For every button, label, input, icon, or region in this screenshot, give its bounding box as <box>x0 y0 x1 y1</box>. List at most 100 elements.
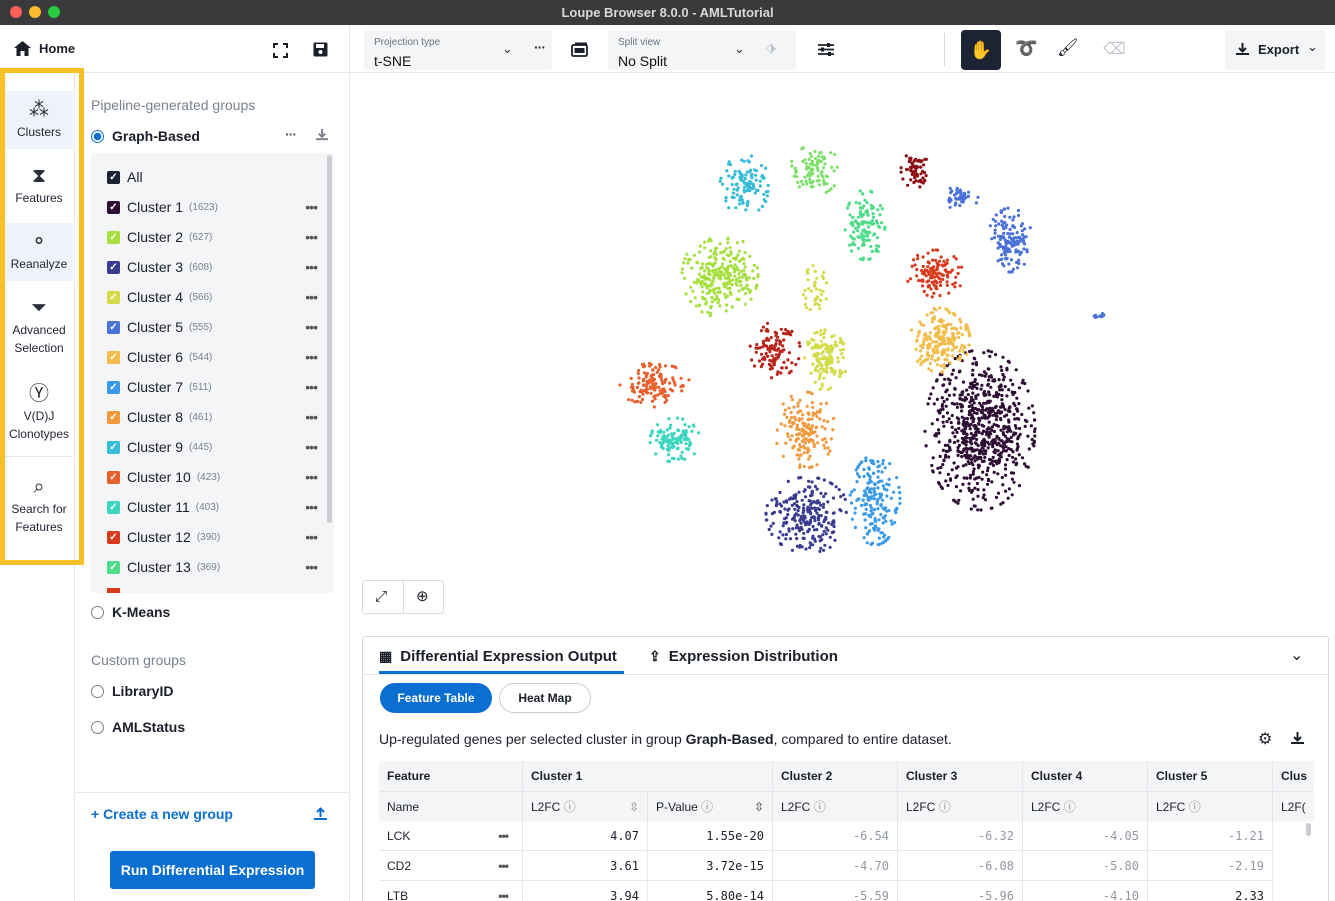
download-icon[interactable] <box>1290 731 1305 746</box>
projection-type-dropdown[interactable]: Projection type t-SNE ⌄ ··· <box>364 30 552 70</box>
cluster-row[interactable]: ✓ Cluster 5 (555) ••• <box>107 317 318 337</box>
table-row-feature[interactable]: CD2 ••• <box>379 851 523 881</box>
cluster-row[interactable]: ✓ Cluster 11 (403) ••• <box>107 497 318 517</box>
home-button[interactable]: Home <box>14 41 75 56</box>
tag-icon[interactable]: ⬗ <box>766 40 776 56</box>
rail-item-5[interactable]: ⌕ Search for Features <box>5 468 73 548</box>
tsne-plot[interactable] <box>350 73 1335 628</box>
amlstatus-radio[interactable]: AMLStatus <box>91 719 185 735</box>
cluster-row[interactable]: ✓ Cluster 10 (423) ••• <box>107 467 318 487</box>
export-button[interactable]: Export ⌄ <box>1225 30 1325 70</box>
zoom-window-button[interactable] <box>48 6 60 18</box>
brush-icon[interactable]: 🖌 <box>1057 38 1079 58</box>
cell-point <box>824 401 829 405</box>
save-icon[interactable] <box>313 42 328 57</box>
more-options-icon[interactable]: ••• <box>305 319 318 335</box>
more-options-icon[interactable]: ••• <box>498 881 509 901</box>
cluster-row[interactable]: ✓ Cluster 12 (390) ••• <box>107 527 318 547</box>
cluster-row[interactable]: ✓ Cluster 13 (369) ••• <box>107 557 318 577</box>
more-options-icon[interactable]: ••• <box>305 289 318 305</box>
col-pvalue-sort[interactable]: P-Value ⓘ ⇳ <box>648 791 773 821</box>
tab-expression-distribution[interactable]: ⇪ Expression Distribution <box>649 648 838 665</box>
gear-icon[interactable]: ⚙ <box>1258 729 1272 749</box>
more-options-icon[interactable]: ••• <box>305 379 318 395</box>
cell-point <box>747 189 752 193</box>
libraryid-radio[interactable]: LibraryID <box>91 683 173 699</box>
more-options-icon[interactable]: ••• <box>305 439 318 455</box>
cell-point <box>1012 480 1016 484</box>
more-options-icon[interactable]: ••• <box>498 851 509 881</box>
close-window-button[interactable] <box>10 6 22 18</box>
rail-item-3[interactable]: ⏷ Advanced Selection <box>5 289 73 367</box>
select-all-checkbox[interactable]: ✓ All <box>107 167 317 187</box>
sliders-icon[interactable] <box>818 42 834 57</box>
more-options-icon[interactable]: ••• <box>305 529 318 545</box>
rail-item-1[interactable]: ⧗ Features <box>5 157 73 215</box>
run-differential-expression-button[interactable]: Run Differential Expression <box>110 851 315 889</box>
rail-item-2[interactable]: ⚬ Reanalyze <box>5 223 73 281</box>
cell-point <box>876 486 880 490</box>
cluster-row[interactable]: ✓ Cluster 2 (627) ••• <box>107 227 318 247</box>
fit-to-view-icon[interactable]: ⤢ <box>375 588 387 605</box>
collapse-panel-icon[interactable]: ⌄ <box>1290 645 1303 665</box>
cluster-row[interactable]: ✓ Cluster 9 (445) ••• <box>107 437 318 457</box>
cell-point <box>919 172 923 176</box>
more-options-icon[interactable]: ••• <box>305 499 318 515</box>
kmeans-radio[interactable]: K-Means <box>91 604 170 620</box>
cell-point <box>779 542 783 546</box>
table-row-feature[interactable]: LCK ••• <box>379 821 523 851</box>
cluster-row[interactable]: ✓ Cluster 4 (566) ••• <box>107 287 318 307</box>
eraser-icon[interactable]: ⌫ <box>1103 39 1126 59</box>
cell-point <box>770 366 775 370</box>
lasso-icon[interactable]: ➰ <box>1015 38 1037 59</box>
cell-point <box>948 382 952 386</box>
feature-table-button[interactable]: Feature Table <box>380 683 492 713</box>
cell-point <box>986 466 990 470</box>
more-options-icon[interactable]: ••• <box>305 469 318 485</box>
more-options-icon[interactable]: ··· <box>285 126 297 142</box>
zoom-in-icon[interactable]: ⊕ <box>416 587 429 605</box>
cluster-row[interactable]: ✓ Cluster 8 (461) ••• <box>107 407 318 427</box>
more-options-icon[interactable]: ••• <box>305 409 318 425</box>
cell-point <box>783 507 787 511</box>
cell-point <box>1013 432 1017 436</box>
cell-point <box>813 484 818 489</box>
rail-item-4[interactable]: Ⓨ V(D)J Clonotypes <box>5 375 73 457</box>
cluster-list-scrollbar[interactable] <box>327 155 332 523</box>
more-options-icon[interactable]: ••• <box>305 349 318 365</box>
cell-point <box>870 541 875 545</box>
cell-point <box>718 179 722 183</box>
download-icon[interactable] <box>315 128 329 142</box>
split-view-dropdown[interactable]: Split view No Split ⌄ ⬗ <box>608 30 796 70</box>
minimize-window-button[interactable] <box>29 6 41 18</box>
cell-point <box>667 449 671 453</box>
col-l2fc-sort[interactable]: L2FC ⓘ ⇳ <box>523 791 648 821</box>
tab-differential-expression[interactable]: ▦ Differential Expression Output <box>379 648 617 665</box>
fullscreen-icon[interactable] <box>273 43 288 58</box>
cell-point <box>994 495 999 499</box>
more-options-icon[interactable]: ••• <box>305 559 318 575</box>
upload-icon[interactable] <box>313 806 328 821</box>
table-scrollbar[interactable] <box>1306 823 1311 836</box>
more-options-icon[interactable]: ••• <box>305 199 318 215</box>
more-options-icon[interactable]: ••• <box>498 821 509 851</box>
more-options-icon[interactable]: ••• <box>305 229 318 245</box>
cell-point <box>744 173 748 177</box>
cell-point <box>796 504 800 508</box>
cluster-row[interactable]: ✓ Cluster 3 (608) ••• <box>107 257 318 277</box>
rail-item-0[interactable]: ⁂ Clusters <box>5 91 73 149</box>
create-group-link[interactable]: + Create a new group <box>91 806 233 822</box>
pan-tool-button[interactable]: ✋ <box>961 30 1001 70</box>
heat-map-button[interactable]: Heat Map <box>499 683 591 713</box>
cluster-row[interactable]: ✓ Cluster 1 (1623) ••• <box>107 197 318 217</box>
cell-point <box>687 425 691 429</box>
cluster-row[interactable]: ✓ Cluster 7 (511) ••• <box>107 377 318 397</box>
cell-point <box>812 442 816 446</box>
graph-based-radio[interactable]: Graph-Based <box>91 128 200 144</box>
layout-icon[interactable] <box>571 42 588 57</box>
more-options-icon[interactable]: ••• <box>305 259 318 275</box>
cluster-row[interactable]: ✓ Cluster 6 (544) ••• <box>107 347 318 367</box>
more-options-icon[interactable]: ··· <box>534 39 546 55</box>
table-row-feature[interactable]: LTB ••• <box>379 881 523 901</box>
cell-point <box>952 255 956 259</box>
